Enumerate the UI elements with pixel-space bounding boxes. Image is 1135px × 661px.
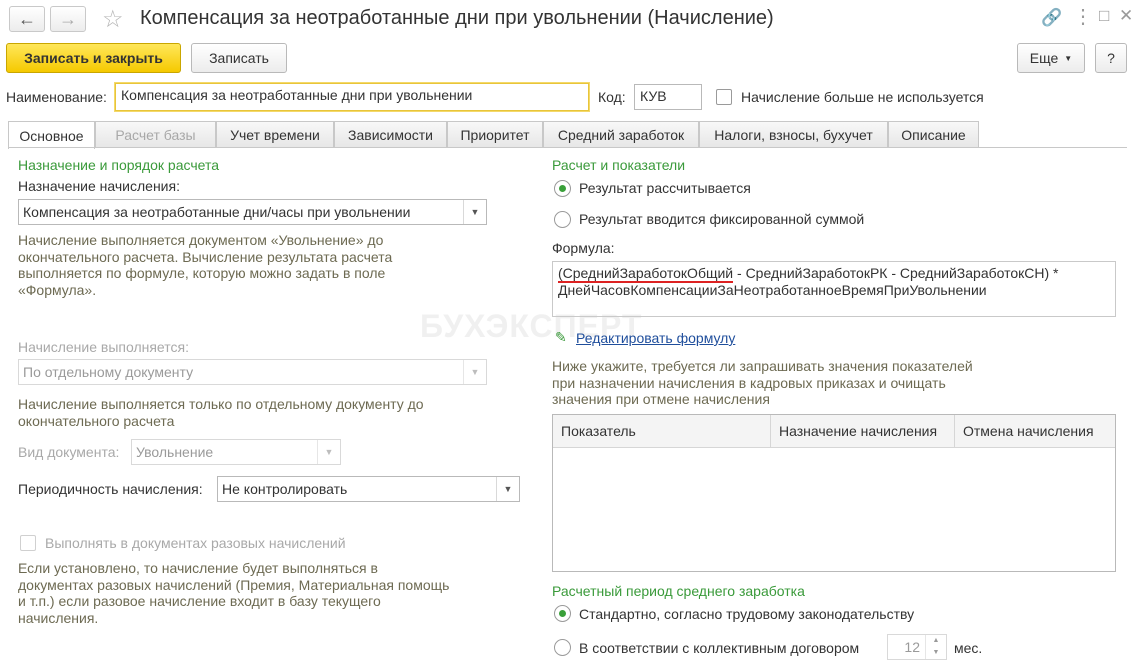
- period-section-title: Расчетный период среднего заработка: [552, 583, 805, 599]
- purpose-note-line: выполняется по формуле, которую можно за…: [18, 265, 386, 281]
- column-header-indicator[interactable]: Показатель: [553, 415, 771, 447]
- save-button[interactable]: Записать: [191, 43, 287, 73]
- edit-formula-link[interactable]: Редактировать формулу: [576, 330, 735, 346]
- column-header-assign[interactable]: Назначение начисления: [771, 415, 955, 447]
- months-unit: мес.: [954, 640, 983, 656]
- one-time-note-line: Если установлено, то начисление будет вы…: [18, 560, 378, 576]
- maximize-icon[interactable]: □: [1099, 6, 1109, 26]
- more-menu-icon[interactable]: ⋮: [1073, 4, 1093, 29]
- radio-fixed-label: Результат вводится фиксированной суммой: [579, 211, 865, 227]
- tab-priority[interactable]: Приоритет: [447, 121, 543, 148]
- save-and-close-button[interactable]: Записать и закрыть: [6, 43, 181, 73]
- dropdown-arrow-icon: ▼: [496, 477, 519, 501]
- execution-note-line: Начисление выполняется только по отдельн…: [18, 396, 424, 412]
- window-title: Компенсация за неотработанные дни при ув…: [140, 7, 774, 29]
- not-used-label: Начисление больше не используется: [741, 89, 984, 105]
- more-label: Еще: [1029, 50, 1059, 66]
- radio-collective-label: В соответствии с коллективным договором: [579, 640, 860, 656]
- code-input[interactable]: КУВ: [634, 84, 702, 110]
- not-used-checkbox[interactable]: [716, 89, 732, 105]
- purpose-note-line: «Формула».: [18, 281, 97, 298]
- name-label: Наименование:: [6, 89, 107, 105]
- tab-base-calculation[interactable]: Расчет базы: [95, 121, 216, 148]
- formula-line-2: ДнейЧасовКомпенсацииЗаНеотработанноеВрем…: [558, 282, 987, 298]
- radio-calculated[interactable]: [554, 180, 571, 197]
- formula-highlight: (СреднийЗаработокОбщий: [558, 265, 734, 283]
- periodicity-select[interactable]: Не контролировать ▼: [217, 476, 520, 502]
- radio-standard[interactable]: [554, 605, 571, 622]
- code-label: Код:: [598, 89, 626, 105]
- months-stepper: 12 ▲ ▼: [887, 634, 947, 660]
- doc-type-label: Вид документа:: [18, 444, 120, 460]
- periodicity-value: Не контролировать: [222, 481, 348, 497]
- tab-description[interactable]: Описание: [888, 121, 979, 148]
- tab-dependencies[interactable]: Зависимости: [334, 121, 447, 148]
- indicators-table[interactable]: Показатель Назначение начисления Отмена …: [552, 414, 1116, 572]
- one-time-note: Если установлено, то начисление будет вы…: [18, 560, 449, 626]
- formula-field[interactable]: (СреднийЗаработокОбщий - СреднийЗаработо…: [552, 261, 1116, 317]
- radio-collective[interactable]: [554, 639, 571, 656]
- indicators-note-line: при назначении начисления в кадровых при…: [552, 374, 946, 391]
- back-button[interactable]: ←: [9, 6, 45, 32]
- periodicity-label: Периодичность начисления:: [18, 481, 203, 497]
- radio-fixed[interactable]: [554, 211, 571, 228]
- one-time-note-line: и т.п.) если разовое начисление входит в…: [18, 593, 381, 609]
- favorite-star-icon[interactable]: ☆: [102, 5, 124, 34]
- tab-main[interactable]: Основное: [8, 121, 95, 149]
- execution-note-line: окончательного расчета: [18, 412, 175, 429]
- execution-note: Начисление выполняется только по отдельн…: [18, 396, 424, 429]
- column-header-cancel[interactable]: Отмена начисления: [955, 415, 1115, 447]
- stepper-arrows-icon: ▲ ▼: [925, 635, 946, 659]
- radio-calculated-label: Результат рассчитывается: [579, 180, 751, 196]
- months-value: 12: [904, 639, 920, 655]
- purpose-note: Начисление выполняется документом «Уволь…: [18, 232, 392, 298]
- tab-average-earnings[interactable]: Средний заработок: [543, 121, 699, 148]
- radio-standard-label: Стандартно, согласно трудовому законодат…: [579, 606, 915, 622]
- one-time-note-line: начисления.: [18, 609, 99, 626]
- purpose-value: Компенсация за неотработанные дни/часы п…: [23, 204, 411, 220]
- one-time-label: Выполнять в документах разовых начислени…: [45, 535, 346, 551]
- tab-divider: [8, 147, 1127, 148]
- execution-select: По отдельному документу ▼: [18, 359, 487, 385]
- left-section-title: Назначение и порядок расчета: [18, 157, 220, 173]
- close-icon[interactable]: ✕: [1119, 6, 1133, 26]
- indicators-note: Ниже укажите, требуется ли запрашивать з…: [552, 358, 973, 408]
- right-section-title: Расчет и показатели: [552, 157, 686, 173]
- doc-type-select: Увольнение ▼: [131, 439, 341, 465]
- name-input[interactable]: Компенсация за неотработанные дни при ув…: [115, 83, 589, 111]
- dropdown-arrow-icon: ▼: [463, 200, 486, 224]
- more-button[interactable]: Еще ▼: [1017, 43, 1085, 73]
- indicators-note-line: Ниже укажите, требуется ли запрашивать з…: [552, 358, 973, 374]
- dropdown-arrow-icon: ▼: [463, 360, 486, 384]
- purpose-select[interactable]: Компенсация за неотработанные дни/часы п…: [18, 199, 487, 225]
- arrow-left-icon: ←: [18, 8, 36, 29]
- forward-button[interactable]: →: [50, 6, 86, 32]
- doc-type-value: Увольнение: [136, 444, 214, 460]
- dropdown-arrow-icon: ▼: [1064, 53, 1073, 63]
- tab-time-tracking[interactable]: Учет времени: [216, 121, 334, 148]
- help-button[interactable]: ?: [1095, 43, 1127, 73]
- execution-label: Начисление выполняется:: [18, 339, 189, 355]
- link-icon[interactable]: 🔗: [1041, 8, 1062, 28]
- table-header: Показатель Назначение начисления Отмена …: [553, 415, 1115, 448]
- purpose-note-line: окончательного расчета. Вычисление резул…: [18, 248, 393, 265]
- one-time-note-line: документах разовых начислений (Премия, М…: [18, 576, 450, 593]
- dropdown-arrow-icon: ▼: [317, 440, 340, 464]
- arrow-right-icon: →: [59, 8, 77, 29]
- formula-line: (СреднийЗаработокОбщий - СреднийЗаработо…: [558, 265, 1110, 283]
- tab-taxes[interactable]: Налоги, взносы, бухучет: [699, 121, 888, 148]
- indicators-note-line: значения при отмене начисления: [552, 391, 770, 407]
- formula-rest: - СреднийЗаработокРК - СреднийЗаработокС…: [733, 265, 1059, 281]
- purpose-note-line: Начисление выполняется документом «Уволь…: [18, 232, 384, 248]
- pencil-icon: ✎: [555, 329, 567, 345]
- formula-label: Формула:: [552, 240, 615, 256]
- purpose-label: Назначение начисления:: [18, 178, 180, 194]
- execution-value: По отдельному документу: [23, 364, 194, 380]
- one-time-checkbox: [20, 535, 36, 551]
